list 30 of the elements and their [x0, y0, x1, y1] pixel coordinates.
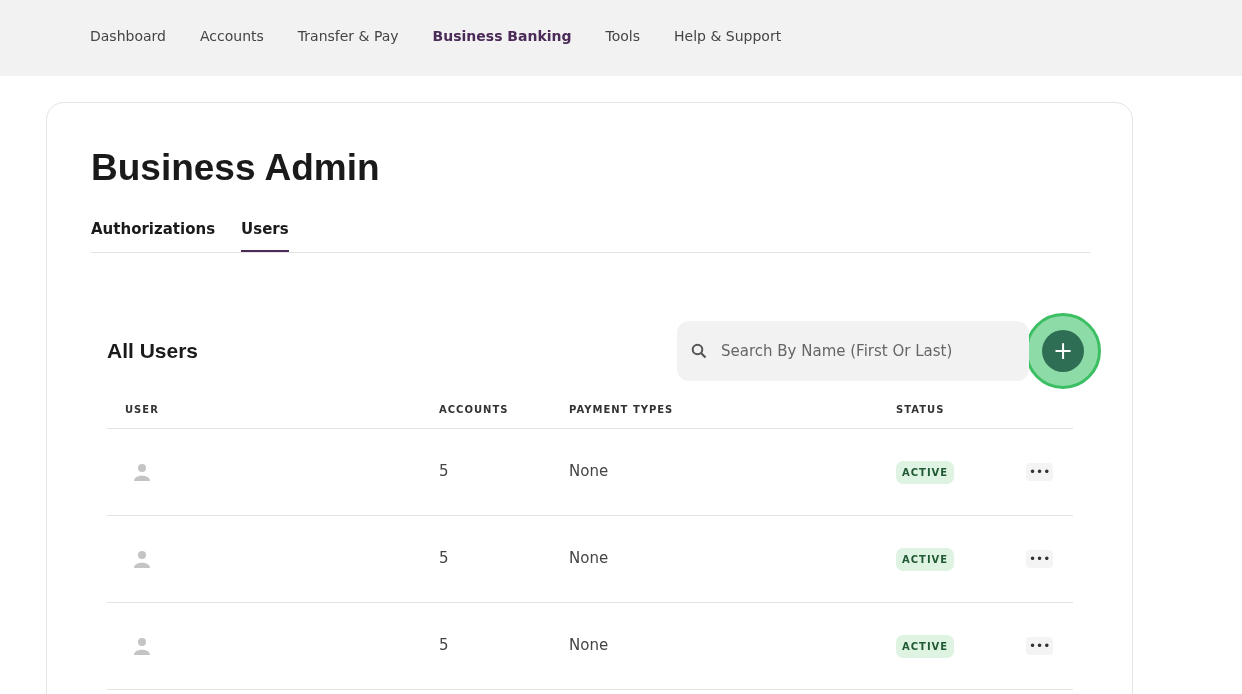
table-cell-text: 5	[439, 635, 450, 657]
column-header: ACCOUNTS	[439, 402, 510, 417]
table-cell-text: 5	[439, 461, 450, 483]
column-header: PAYMENT TYPES	[569, 402, 675, 417]
search-field[interactable]: Search By Name (First Or Last)	[677, 320, 1029, 381]
nav-link[interactable]: Business Banking	[432, 25, 572, 47]
tab[interactable]: Authorizations	[91, 218, 216, 252]
nav-link[interactable]: Transfer & Pay	[297, 25, 399, 47]
more-button[interactable]: •••	[1026, 636, 1054, 655]
nav-link[interactable]: Accounts	[199, 25, 264, 47]
status-badge: ACTIVE	[896, 635, 955, 658]
user-icon	[133, 462, 151, 481]
nav-link[interactable]: Help & Support	[674, 25, 782, 47]
more-button[interactable]: •••	[1026, 462, 1054, 481]
section-title: All Users	[107, 337, 200, 364]
table-cell-text: None	[569, 635, 610, 657]
status-badge: ACTIVE	[896, 461, 955, 484]
nav-link[interactable]: Dashboard	[90, 25, 166, 47]
column-header: STATUS	[896, 402, 946, 417]
tab[interactable]: Users	[241, 218, 289, 252]
table-cell-text: None	[569, 461, 610, 483]
nav-link[interactable]: Tools	[605, 25, 641, 47]
column-header: USER	[125, 402, 160, 417]
table-cell-text: 5	[439, 548, 450, 570]
table-cell-text: None	[569, 548, 610, 570]
page-title: Business Admin	[91, 149, 381, 186]
status-badge: ACTIVE	[896, 548, 955, 571]
more-button[interactable]: •••	[1026, 549, 1054, 568]
user-icon	[133, 549, 151, 568]
user-icon	[133, 636, 151, 655]
